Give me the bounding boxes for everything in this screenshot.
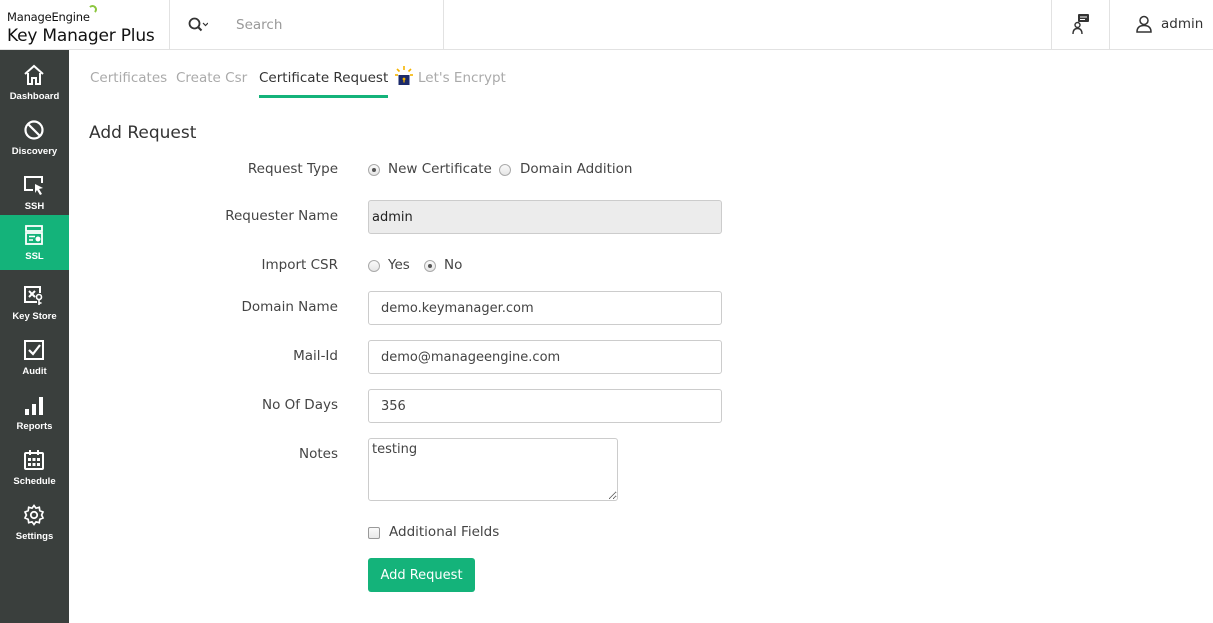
user-name: admin	[1161, 16, 1204, 32]
settings-icon	[23, 504, 45, 526]
chat-icon	[1072, 14, 1089, 35]
product-name: Key Manager Plus	[7, 26, 155, 46]
tab-certificates[interactable]: Certificates	[90, 70, 167, 98]
sidebar-item-reports[interactable]: Reports	[0, 385, 69, 440]
sidebar-item-schedule[interactable]: Schedule	[0, 440, 69, 495]
audit-icon	[24, 340, 44, 360]
sidebar-item-audit[interactable]: Audit	[0, 330, 69, 385]
additional-fields-label[interactable]: Additional Fields	[389, 524, 499, 540]
sidebar-item-ssh[interactable]: SSH	[0, 165, 69, 220]
mail-id-field[interactable]	[368, 340, 722, 374]
import-csr-no-option[interactable]: No	[444, 257, 462, 273]
requester-name-field	[368, 200, 722, 234]
tab-certificate-request[interactable]: Certificate Request	[259, 70, 389, 98]
sidebar-item-label: SSH	[24, 201, 45, 212]
product-logo[interactable]: ManageEngine Key Manager Plus	[0, 0, 170, 50]
discovery-icon	[24, 120, 44, 140]
brand-name: ManageEngine	[7, 10, 90, 24]
page-title: Add Request	[89, 123, 197, 143]
notes-textarea[interactable]: testing	[368, 438, 618, 501]
sidebar-item-key-store[interactable]: Key Store	[0, 275, 69, 330]
tab-create-csr[interactable]: Create Csr	[176, 70, 247, 98]
domain-name-field[interactable]	[368, 291, 722, 325]
schedule-icon	[24, 450, 44, 470]
sidebar-item-ssl[interactable]: SSL	[0, 215, 69, 270]
domain-addition-option[interactable]: Domain Addition	[520, 161, 632, 177]
sidebar-item-label: Dashboard	[9, 91, 60, 102]
key-store-icon	[24, 286, 43, 305]
no-of-days-field[interactable]	[368, 389, 722, 423]
sidebar-item-label: Reports	[16, 421, 53, 432]
ssl-icon	[25, 225, 43, 245]
logo-arc-icon	[88, 5, 97, 14]
sidebar-item-label: Audit	[22, 366, 47, 377]
search-area	[170, 0, 444, 50]
add-request-button[interactable]: Add Request	[368, 558, 475, 592]
domain-addition-radio[interactable]	[499, 164, 511, 176]
ssh-icon	[24, 176, 43, 195]
sidebar-item-label: Discovery	[11, 146, 58, 157]
import-csr-label: Import CSR	[261, 257, 338, 273]
user-icon	[1136, 15, 1152, 33]
sidebar-item-settings[interactable]: Settings	[0, 495, 69, 550]
home-icon	[24, 64, 44, 85]
requester-name-label: Requester Name	[225, 208, 338, 224]
sidebar-item-label: Schedule	[13, 476, 56, 487]
new-certificate-radio[interactable]	[368, 164, 380, 176]
tab-lets-encrypt[interactable]: Let's Encrypt	[418, 70, 506, 98]
sidebar-item-discovery[interactable]: Discovery	[0, 110, 69, 165]
additional-fields-checkbox[interactable]	[368, 527, 380, 539]
sidebar-item-dashboard[interactable]: Dashboard	[0, 55, 69, 110]
request-type-label: Request Type	[247, 161, 338, 177]
new-certificate-option[interactable]: New Certificate	[388, 161, 492, 177]
mail-id-label: Mail-Id	[293, 348, 338, 364]
search-input[interactable]	[236, 13, 426, 37]
sidebar-item-label: Settings	[15, 531, 54, 542]
reports-icon	[25, 397, 43, 415]
domain-name-label: Domain Name	[241, 299, 338, 315]
chat-button[interactable]	[1051, 0, 1110, 50]
import-csr-no-radio[interactable]	[424, 260, 436, 272]
user-menu[interactable]: admin	[1110, 0, 1213, 50]
notes-label: Notes	[299, 446, 338, 462]
search-icon[interactable]	[188, 17, 208, 33]
lets-encrypt-icon	[395, 66, 413, 85]
top-header: ManageEngine Key Manager Plus admin	[0, 0, 1213, 50]
sidebar-item-label: SSL	[25, 251, 44, 262]
import-csr-yes-option[interactable]: Yes	[388, 257, 410, 273]
import-csr-yes-radio[interactable]	[368, 260, 380, 272]
sidebar-item-label: Key Store	[12, 311, 57, 322]
no-of-days-label: No Of Days	[261, 397, 338, 413]
sidebar: Dashboard Discovery SSH SSL Key Store Au…	[0, 50, 69, 623]
